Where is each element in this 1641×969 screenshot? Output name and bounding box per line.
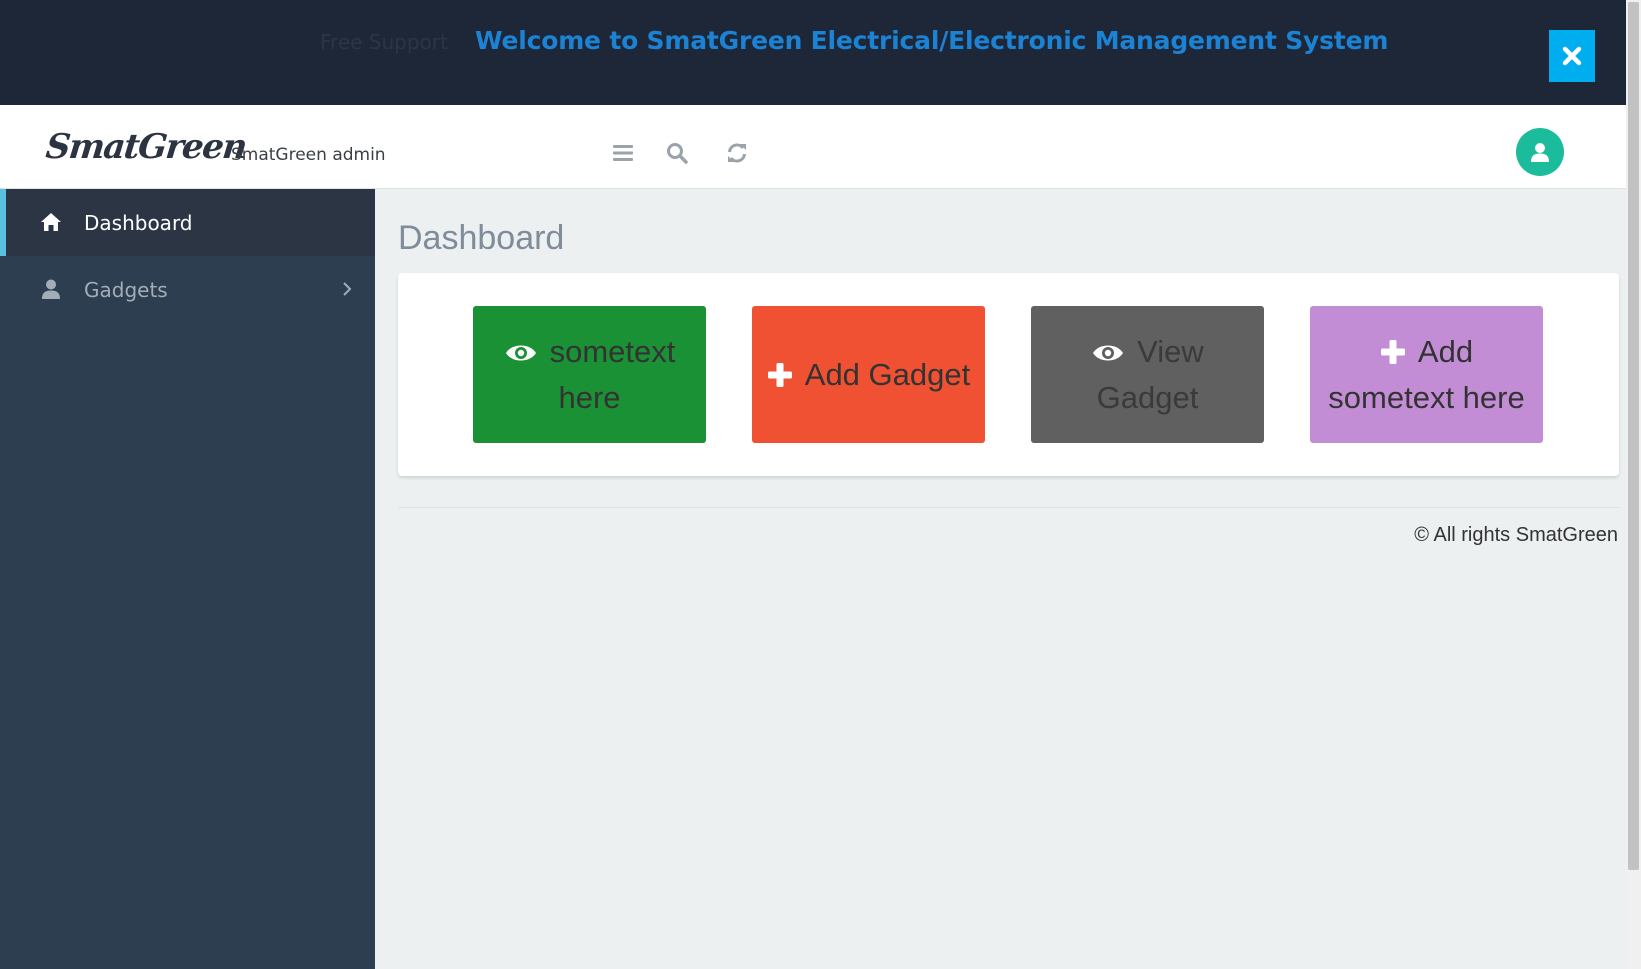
free-support-link[interactable]: Free Support: [320, 30, 448, 54]
home-icon: [41, 213, 61, 231]
tile-view-gadget[interactable]: View Gadget: [1031, 306, 1264, 443]
banner-close-button[interactable]: [1549, 30, 1595, 82]
sidebar: Dashboard Gadgets: [0, 189, 375, 969]
tile-add-gadget[interactable]: Add Gadget: [752, 306, 985, 443]
page-title: Dashboard: [398, 219, 565, 257]
scrollbar-thumb[interactable]: [1628, 2, 1639, 870]
app-window: Free Support Welcome to SmatGreen Electr…: [0, 0, 1641, 969]
eye-icon: [505, 345, 536, 360]
top-header: SmatGreen SmatGreen admin: [0, 105, 1641, 189]
tile-add-sometext-here[interactable]: Add sometext here: [1310, 306, 1543, 443]
plus-icon: [1380, 339, 1405, 364]
user-avatar-button[interactable]: [1516, 128, 1564, 176]
search-icon[interactable]: [665, 141, 689, 165]
close-icon: [1562, 46, 1582, 66]
welcome-banner: Free Support Welcome to SmatGreen Electr…: [0, 0, 1641, 105]
plus-icon: [767, 362, 792, 387]
copyright-text: © All rights SmatGreen: [1414, 524, 1618, 546]
admin-label: SmatGreen admin: [231, 145, 386, 165]
tile-label: Add sometext here: [1328, 333, 1525, 415]
user-icon: [42, 279, 60, 299]
welcome-message: Welcome to SmatGreen Electrical/Electron…: [475, 26, 1389, 55]
sidebar-item-dashboard[interactable]: Dashboard: [0, 189, 375, 256]
footer-divider: [398, 507, 1619, 508]
tile-sometext-here[interactable]: sometext here: [473, 306, 706, 443]
brand-logo[interactable]: SmatGreen: [44, 127, 248, 167]
quick-actions-panel: sometext here Add Gadget View Gadget Add…: [398, 273, 1619, 476]
user-icon: [1531, 143, 1549, 162]
refresh-icon[interactable]: [725, 141, 749, 165]
tile-label: sometext here: [549, 333, 676, 415]
sidebar-item-gadgets[interactable]: Gadgets: [0, 256, 375, 323]
sidebar-item-label: Gadgets: [84, 278, 168, 302]
page-scrollbar[interactable]: [1626, 0, 1641, 969]
sidebar-item-label: Dashboard: [84, 211, 193, 235]
tile-label: Add Gadget: [804, 356, 971, 392]
menu-icon[interactable]: [611, 141, 635, 165]
eye-icon: [1093, 345, 1124, 360]
chevron-right-icon: [343, 282, 352, 296]
